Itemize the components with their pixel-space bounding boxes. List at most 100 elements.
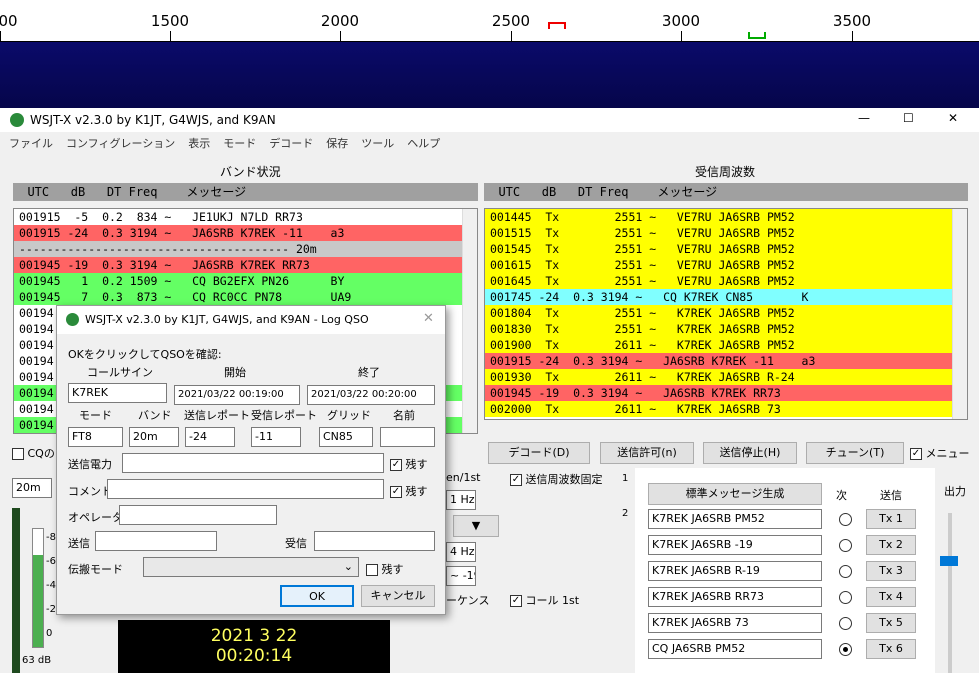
power-slider[interactable] [948,513,952,673]
retain-prop-checkbox[interactable]: 残す [366,561,404,577]
rx-frequency-list[interactable]: 001445 Tx 2551 ~ VE7RU JA6SRB PM52 001515… [484,208,968,420]
power-slider-handle[interactable] [940,556,958,566]
message-row[interactable]: 001515 Tx 2551 ~ VE7RU JA6SRB PM52 [485,225,967,241]
tx4-message-field[interactable]: K7REK JA6SRB RR73 [648,587,822,607]
menu-checkbox[interactable]: ✓ メニュー [910,445,970,461]
tx4-next-radio[interactable] [839,591,852,604]
message-row[interactable]: 001945 -19 0.3 3194 ~ JA6SRB K7REK RR73 [485,385,967,401]
message-row[interactable]: 001945 1 0.2 1509 ~ CQ BG2EFX PN26 BY [14,273,477,289]
menu-help[interactable]: ヘルプ [407,135,440,151]
retain-comment-checkbox[interactable]: ✓ 残す [390,483,428,499]
tx2-button[interactable]: Tx 2 [866,535,916,555]
message-row[interactable]: 001915 -24 0.3 3194 ~ JA6SRB K7REK -11 a… [14,225,477,241]
message-row[interactable]: 002000 Tx 2611 ~ K7REK JA6SRB 73 [485,401,967,417]
message-row[interactable]: 001900 Tx 2611 ~ K7REK JA6SRB PM52 [485,337,967,353]
minimize-icon[interactable]: — [858,111,870,125]
tx4-button[interactable]: Tx 4 [866,587,916,607]
menu-save[interactable]: 保存 [326,135,348,151]
rcvd-field[interactable] [314,531,435,551]
tx2-next-radio[interactable] [839,539,852,552]
tx3-button[interactable]: Tx 3 [866,561,916,581]
spectrum-display[interactable] [0,42,979,108]
close-icon[interactable]: ✕ [948,111,958,125]
generate-std-msgs-button[interactable]: 標準メッセージ生成 [648,483,822,505]
message-row[interactable]: 001945 -19 0.3 3194 ~ JA6SRB K7REK RR73 [14,257,477,273]
menu-config[interactable]: コンフィグレーション [66,135,175,151]
message-row[interactable]: 001830 Tx 2551 ~ K7REK JA6SRB PM52 [485,321,967,337]
tx3-next-radio[interactable] [839,565,852,578]
end-time-field[interactable]: 2021/03/22 00:20:00 [307,385,435,405]
tx6-button[interactable]: Tx 6 [866,639,916,659]
comment-field[interactable] [107,479,384,499]
tx5-next-radio[interactable] [839,617,852,630]
band-select[interactable]: 20m [12,478,52,498]
dialog-title-bar: WSJT-X v2.3.0 by K1JT, G4WJS, and K9AN -… [57,306,445,334]
message-row[interactable]: 001915 -5 0.2 834 ~ JE1UKJ N7LD RR73 [14,209,477,225]
band-activity-header: UTC dB DT Freq メッセージ [13,183,478,201]
tx6-message-field[interactable]: CQ JA6SRB PM52 [648,639,822,659]
menu-view[interactable]: 表示 [188,135,210,151]
auto-sequence-label[interactable]: ーケンス [446,592,489,608]
freq-tick-label: 3000 [661,12,701,30]
report-rcvd-field[interactable]: -11 [251,427,301,447]
message-row[interactable]: 001615 Tx 2551 ~ VE7RU JA6SRB PM52 [485,257,967,273]
hold-tx-freq-checkbox[interactable]: ✓ 送信周波数固定 [510,471,603,487]
menu-decode[interactable]: デコード [269,135,313,151]
grid-field[interactable]: CN85 [319,427,373,447]
freq-tick [170,31,171,41]
clock-display: 2021 3 22 00:20:14 [118,620,390,673]
name-field[interactable] [380,427,435,447]
prop-mode-select[interactable]: ⌄ [143,557,359,577]
tab-1[interactable]: 1 [622,473,628,484]
tx1-next-radio[interactable] [839,513,852,526]
message-row[interactable]: 001930 Tx 2611 ~ K7REK JA6SRB R-24 [485,369,967,385]
enable-tx-button[interactable]: 送信許可(n) [600,442,694,464]
halt-tx-button[interactable]: 送信停止(H) [703,442,797,464]
start-time-field[interactable]: 2021/03/22 00:19:00 [174,385,300,405]
maximize-icon[interactable]: ☐ [903,111,914,125]
report-sent-field[interactable]: -24 [185,427,235,447]
tx6-next-radio[interactable] [839,643,852,656]
sent-field[interactable] [95,531,217,551]
tab-2[interactable]: 2 [622,508,628,519]
message-row[interactable]: 001915 -24 0.3 3194 ~ JA6SRB K7REK -11 a… [485,353,967,369]
tx1-button[interactable]: Tx 1 [866,509,916,529]
call-1st-checkbox[interactable]: ✓ コール 1st [510,592,579,608]
tx5-message-field[interactable]: K7REK JA6SRB 73 [648,613,822,633]
message-row[interactable]: 001645 Tx 2551 ~ VE7RU JA6SRB PM52 [485,273,967,289]
message-row[interactable]: --------------------------------------- … [14,241,477,257]
rx-scrollbar[interactable] [952,209,967,419]
waterfall[interactable]: 00 1500 2000 2500 3000 3500 [0,0,979,108]
band-scrollbar[interactable] [462,209,477,433]
retain-power-checkbox[interactable]: ✓ 残す [390,456,428,472]
menu-mode[interactable]: モード [223,135,256,151]
tx5-button[interactable]: Tx 5 [866,613,916,633]
band-field[interactable]: 20m [129,427,179,447]
message-row[interactable]: 001945 7 0.3 873 ~ CQ RC0CC PN78 UA9 [14,289,477,305]
tx1-message-field[interactable]: K7REK JA6SRB PM52 [648,509,822,529]
tx-freq-spin[interactable]: 1 Hz [446,490,476,510]
tx3-message-field[interactable]: K7REK JA6SRB R-19 [648,561,822,581]
mode-field[interactable]: FT8 [68,427,123,447]
decode-button[interactable]: デコード(D) [488,442,590,464]
callsign-field[interactable]: K7REK [68,383,167,403]
operator-field[interactable] [119,505,277,525]
band-activity-title: バンド状況 [220,165,281,179]
menu-tools[interactable]: ツール [361,135,394,151]
power-field[interactable] [122,453,384,473]
log-qso-dialog: WSJT-X v2.3.0 by K1JT, G4WJS, and K9AN -… [56,305,446,615]
message-row[interactable]: 001804 Tx 2551 ~ K7REK JA6SRB PM52 [485,305,967,321]
message-row[interactable]: 001745 -24 0.3 3194 ~ CQ K7REK CN85 K [485,289,967,305]
report-spin[interactable]: ~ -19 [446,566,476,586]
menu-file[interactable]: ファイル [9,135,53,151]
message-row[interactable]: 001445 Tx 2551 ~ VE7RU JA6SRB PM52 [485,209,967,225]
dialog-close-icon[interactable]: ✕ [423,311,434,326]
tx2-message-field[interactable]: K7REK JA6SRB -19 [648,535,822,555]
message-row[interactable]: 001545 Tx 2551 ~ VE7RU JA6SRB PM52 [485,241,967,257]
set-rx-to-tx-button[interactable]: ▼ [453,515,499,537]
cq-only-checkbox[interactable]: CQの [12,445,55,461]
ok-button[interactable]: OK [280,585,354,607]
rx-freq-spin[interactable]: 4 Hz [446,542,476,562]
cancel-button[interactable]: キャンセル [361,585,435,607]
tune-button[interactable]: チューン(T) [806,442,904,464]
